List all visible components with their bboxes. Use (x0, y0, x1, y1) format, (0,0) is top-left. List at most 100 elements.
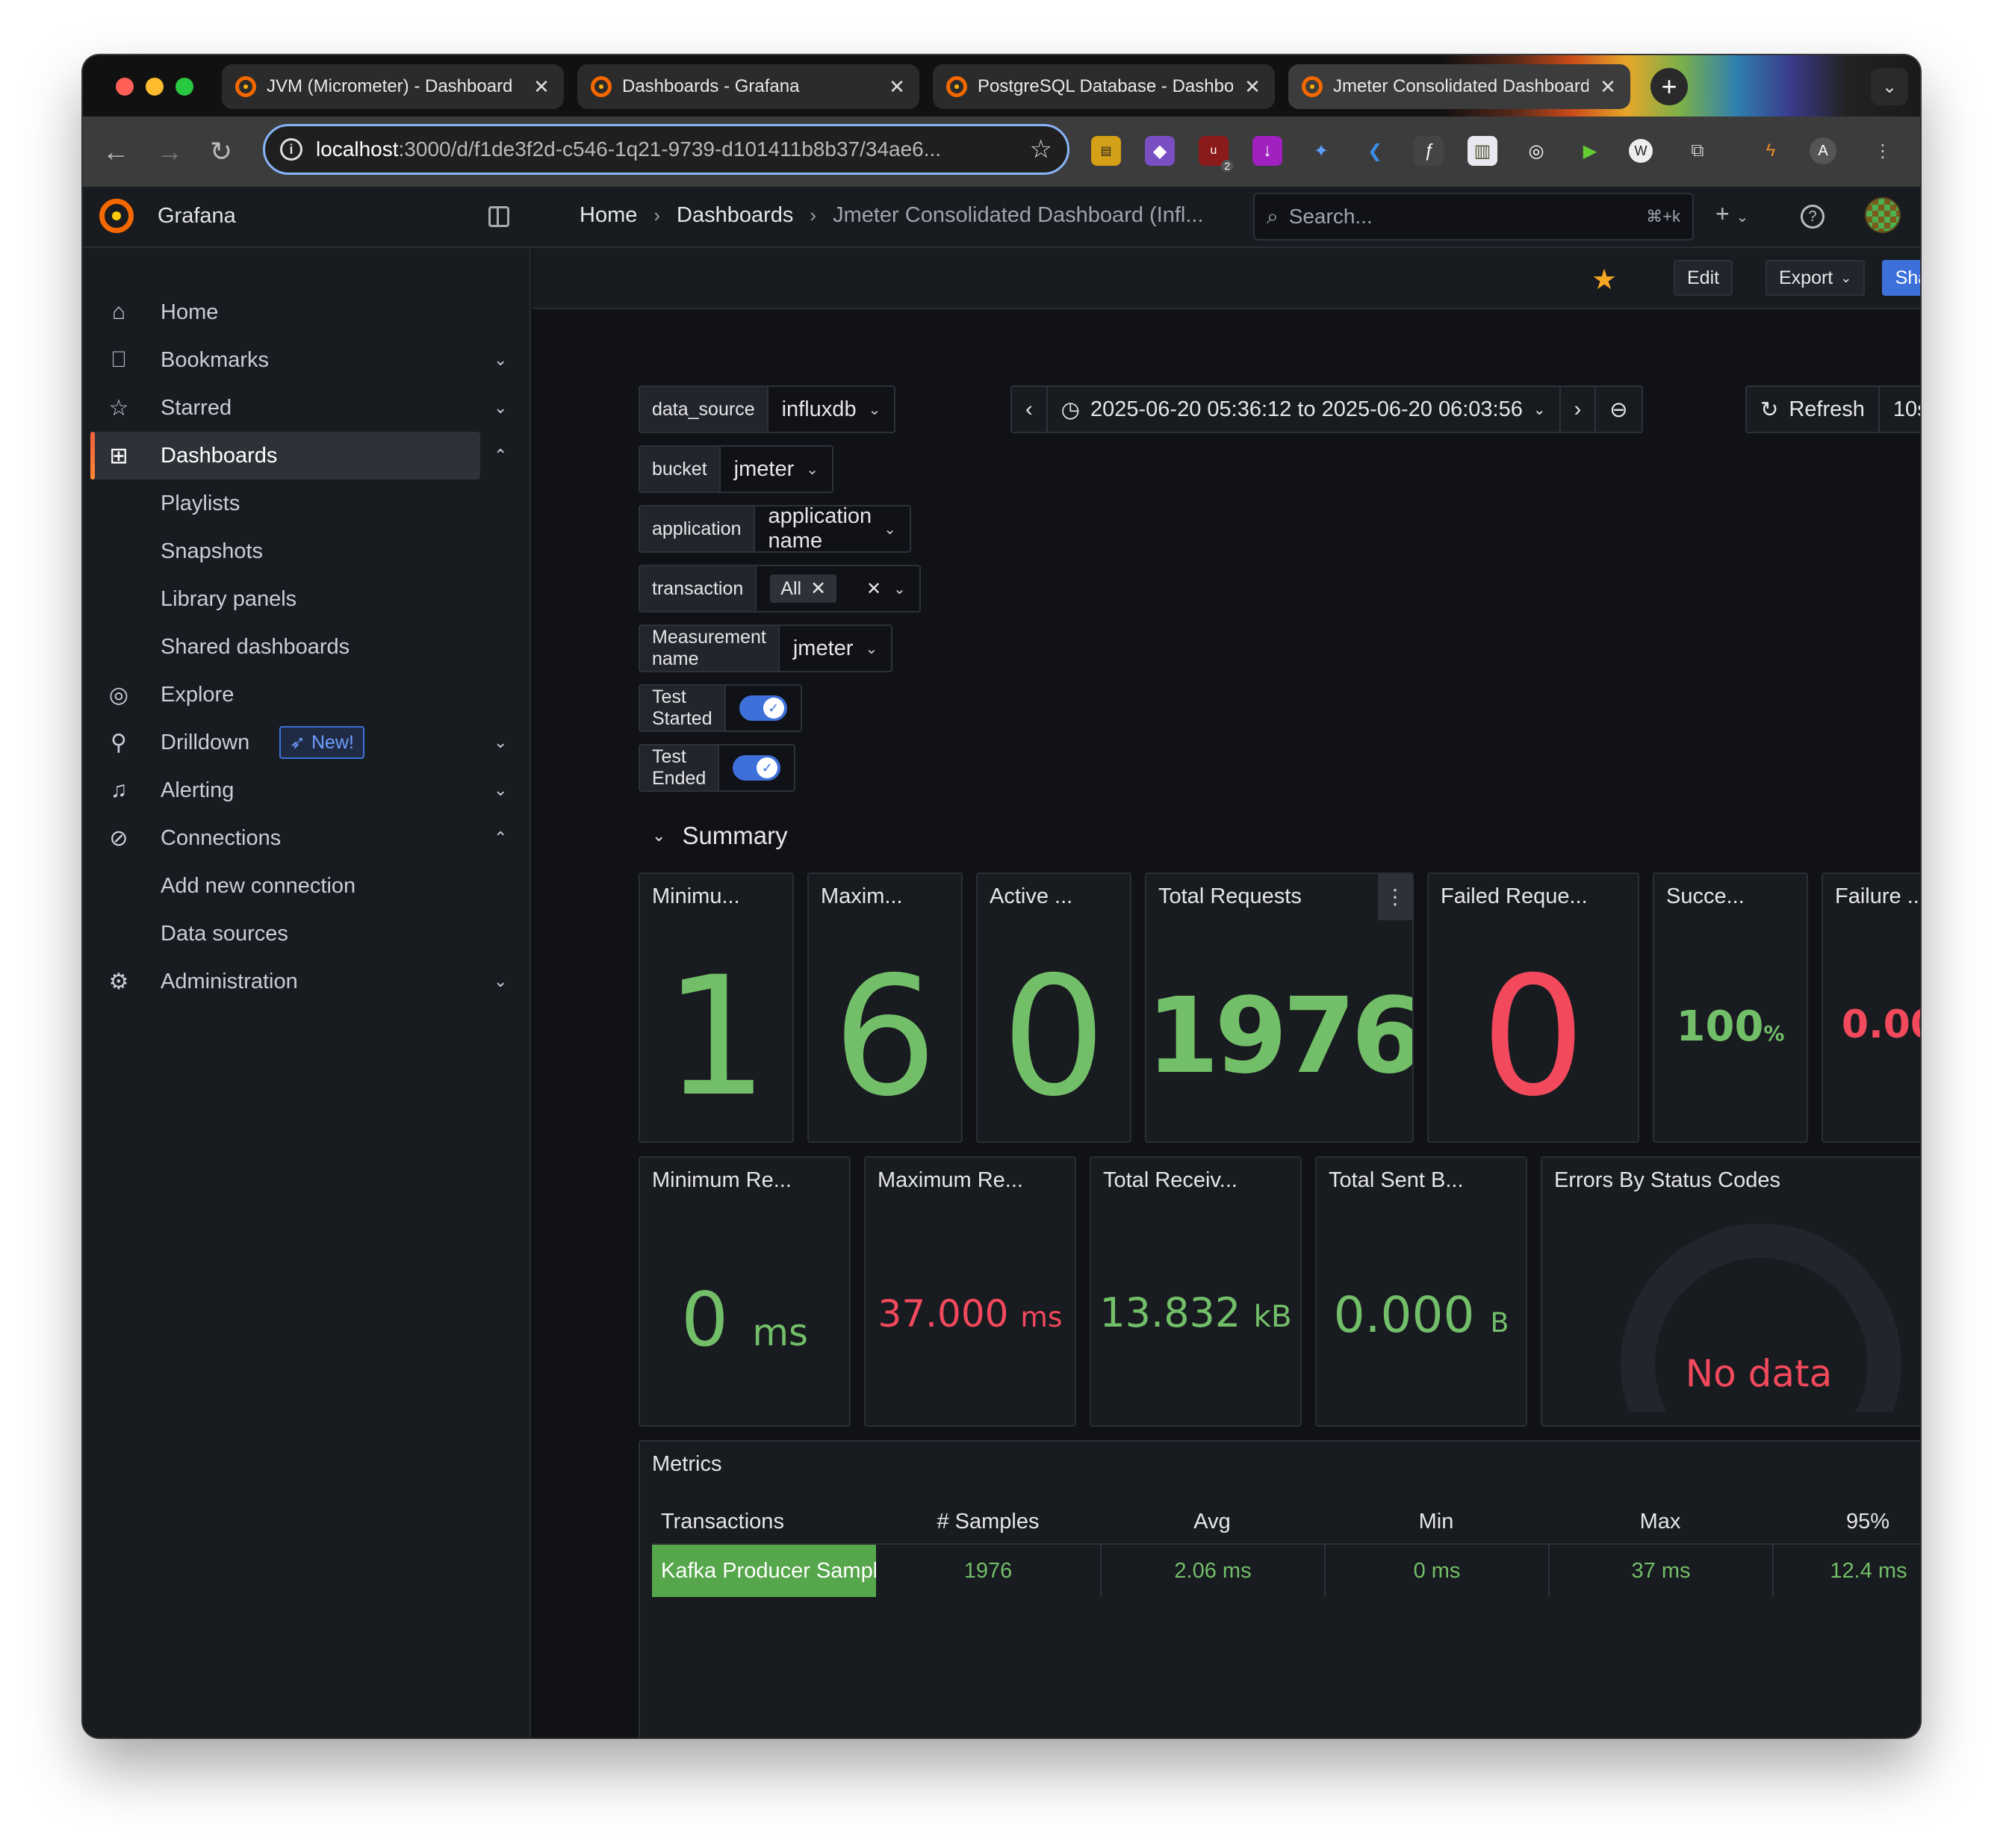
column-header[interactable]: Min (1324, 1510, 1548, 1534)
stat-panel-minimum-response[interactable]: Minimum Re... 0 ms (639, 1156, 851, 1427)
chevron-up-icon[interactable]: ⌃ (494, 828, 507, 848)
time-forward-button[interactable]: › (1561, 387, 1597, 432)
chevron-down-icon[interactable]: ⌄ (494, 733, 507, 752)
sidebar-item-add-new-connection[interactable]: Add new connection (83, 862, 531, 910)
share-button[interactable]: Share (1882, 260, 1920, 296)
favorite-star-icon[interactable]: ★ (1591, 263, 1617, 297)
sidebar-item-home[interactable]: ⌂ Home (83, 288, 531, 336)
reload-icon[interactable]: ↻ (210, 136, 232, 167)
remove-chip-icon[interactable]: ✕ (810, 577, 826, 600)
table-panel-metrics[interactable]: Metrics Transactions # Samples Avg Min M… (639, 1440, 1920, 1737)
grafana-logo-row[interactable]: Grafana (99, 199, 236, 233)
browser-tab[interactable]: Dashboards - Grafana ✕ (577, 64, 919, 109)
edit-button[interactable]: Edit (1674, 260, 1733, 296)
sidebar-item-playlists[interactable]: Playlists (83, 480, 531, 527)
stat-panel-total-sent[interactable]: Total Sent B... 0.000 B (1315, 1156, 1527, 1427)
chevron-down-icon[interactable]: ⌄ (494, 781, 507, 800)
extension-function-icon[interactable]: ƒ (1414, 136, 1444, 166)
stat-panel-success-rate[interactable]: Succe... 100% (1653, 872, 1808, 1143)
extension-cube-icon[interactable]: ◆ (1145, 136, 1175, 166)
variable-test-ended[interactable]: Test Ended (639, 744, 796, 792)
column-header[interactable]: Transactions (652, 1510, 876, 1534)
sidebar-item-bookmarks[interactable]: ⎕ Bookmarks ⌄ (83, 336, 531, 384)
stat-panel-minimum-users[interactable]: Minimu... 1 (639, 872, 794, 1143)
extension-play-icon[interactable]: ▶ (1575, 136, 1605, 166)
extension-person-icon[interactable]: ✦ (1306, 136, 1336, 166)
test-started-toggle[interactable] (739, 695, 787, 721)
back-arrow-icon[interactable]: ← (102, 136, 129, 167)
stat-panel-failure-rate[interactable]: Failure ... 0.00% (1822, 872, 1920, 1143)
new-tab-button[interactable]: + (1650, 68, 1688, 105)
browser-tab[interactable]: PostgreSQL Database - Dashboard ✕ (933, 64, 1275, 109)
refresh-interval-select[interactable]: 10s⌄ (1880, 387, 1920, 432)
stat-panel-maximum-users[interactable]: Maxim... 6 (807, 872, 963, 1143)
stat-panel-total-received[interactable]: Total Receiv... 13.832 kB (1090, 1156, 1302, 1427)
row-summary[interactable]: ⌄ Summary (652, 822, 788, 850)
variable-application[interactable]: application application name ⌄ (639, 504, 911, 553)
close-tab-icon[interactable]: ✕ (888, 75, 906, 99)
gauge-panel-errors-by-status[interactable]: Errors By Status Codes No data (1541, 1156, 1920, 1427)
url-bar[interactable]: i localhost:3000/d/f1de3f2d-c546-1q21-97… (263, 124, 1069, 175)
transaction-chip[interactable]: All ✕ (770, 574, 837, 603)
add-new-icon[interactable]: + ⌄ (1715, 200, 1748, 228)
time-back-button[interactable]: ‹ (1012, 387, 1048, 432)
sidebar-item-snapshots[interactable]: Snapshots (83, 527, 531, 575)
variable-data-source[interactable]: data_source influxdb ⌄ (639, 385, 896, 433)
extension-glasses-icon[interactable]: ◎ (1521, 136, 1551, 166)
extension-vscode-icon[interactable]: ❮ (1360, 136, 1390, 166)
dock-menu-icon[interactable] (488, 206, 509, 227)
stat-panel-active-users[interactable]: Active ... 0 (976, 872, 1131, 1143)
forward-arrow-icon[interactable]: → (156, 136, 183, 167)
refresh-button[interactable]: ↻ Refresh (1747, 387, 1880, 432)
stat-panel-failed-requests[interactable]: Failed Reque... 0 (1427, 872, 1639, 1143)
extension-bolt-icon[interactable]: ϟ (1756, 136, 1786, 166)
profile-avatar[interactable]: A (1810, 137, 1836, 164)
table-row[interactable]: Kafka Producer Sampler 1976 2.06 ms 0 ms… (652, 1545, 1920, 1597)
grafana-logo-icon[interactable] (99, 199, 134, 233)
column-header[interactable]: 95% (1772, 1510, 1920, 1534)
sidebar-item-starred[interactable]: ☆ Starred ⌄ (83, 384, 531, 432)
search-input[interactable]: ⌕ Search... ⌘+k (1253, 193, 1694, 241)
close-tab-icon[interactable]: ✕ (1243, 75, 1261, 99)
chevron-down-icon[interactable]: ⌄ (494, 350, 507, 370)
close-window-button[interactable] (116, 78, 134, 96)
site-info-icon[interactable]: i (280, 138, 302, 161)
close-tab-icon[interactable]: ✕ (532, 75, 550, 99)
extension-w-icon[interactable]: W (1629, 139, 1653, 163)
stat-panel-maximum-response[interactable]: Maximum Re... 37.000 ms (864, 1156, 1076, 1427)
sidebar-item-library-panels[interactable]: Library panels (83, 575, 531, 623)
stat-panel-total-requests[interactable]: Total Requests ⋮ 1976 (1145, 872, 1414, 1143)
breadcrumb-dashboards[interactable]: Dashboards (677, 203, 793, 228)
browser-tab[interactable]: JVM (Micrometer) - Dashboard ✕ (222, 64, 564, 109)
column-header[interactable]: # Samples (876, 1510, 1100, 1534)
sidebar-item-data-sources[interactable]: Data sources (83, 910, 531, 958)
chevron-down-icon[interactable]: ⌄ (494, 398, 507, 418)
maximize-window-button[interactable] (176, 78, 193, 96)
sidebar-item-administration[interactable]: ⚙ Administration ⌄ (83, 958, 531, 1005)
close-tab-icon[interactable]: ✕ (1599, 75, 1617, 99)
sidebar-item-shared-dashboards[interactable]: Shared dashboards (83, 623, 531, 671)
time-range-button[interactable]: ◷ 2025-06-20 05:36:12 to 2025-06-20 06:0… (1048, 387, 1561, 432)
variable-measurement-name[interactable]: Measurement name jmeter ⌄ (639, 624, 893, 672)
export-button[interactable]: Export ⌄ (1766, 260, 1866, 296)
extension-ublock-icon[interactable]: u 2 (1199, 136, 1233, 172)
extension-csv-icon[interactable]: ▤ (1091, 136, 1121, 166)
extension-download-icon[interactable]: ↓ (1252, 136, 1282, 166)
test-ended-toggle[interactable] (733, 755, 781, 781)
column-header[interactable]: Avg (1100, 1510, 1324, 1534)
minimize-window-button[interactable] (146, 78, 164, 96)
sidebar-item-connections[interactable]: ⊘ Connections ⌃ (83, 814, 531, 862)
help-icon[interactable]: ? (1801, 205, 1825, 229)
sidebar-item-explore[interactable]: ◎ Explore (83, 671, 531, 719)
tab-search-button[interactable]: ⌄ (1871, 68, 1908, 105)
chevron-up-icon[interactable]: ⌃ (494, 446, 507, 465)
variable-test-started[interactable]: Test Started (639, 684, 802, 732)
variable-transaction[interactable]: transaction All ✕ ✕ ⌄ (639, 565, 921, 613)
breadcrumb-home[interactable]: Home (580, 203, 637, 228)
sidebar-item-alerting[interactable]: ♫ Alerting ⌄ (83, 766, 531, 814)
variable-bucket[interactable]: bucket jmeter ⌄ (639, 445, 834, 493)
bookmark-star-icon[interactable]: ☆ (1030, 134, 1052, 164)
sidebar-item-dashboards[interactable]: ⊞ Dashboards ⌃ (83, 432, 531, 480)
extensions-puzzle-icon[interactable]: ⧉ (1683, 136, 1712, 166)
browser-menu-icon[interactable]: ⋮ (1868, 136, 1898, 166)
